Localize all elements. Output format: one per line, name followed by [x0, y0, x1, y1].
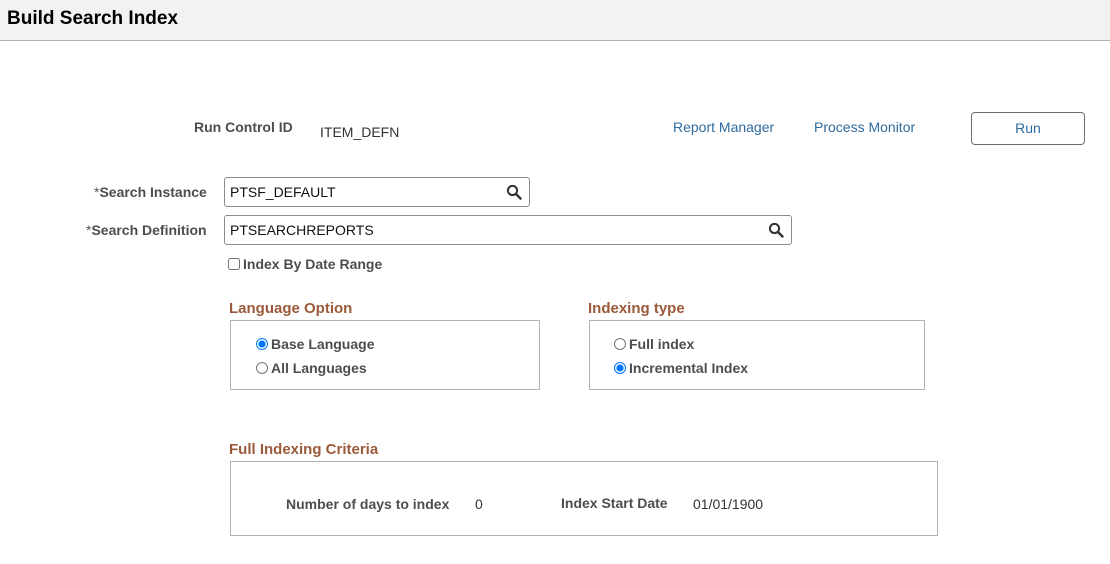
search-definition-label: *Search Definition [86, 222, 207, 238]
days-to-index-value: 0 [475, 496, 483, 512]
search-definition-label-text: Search Definition [91, 222, 207, 238]
radio-full-index[interactable]: Full index [614, 336, 694, 352]
full-index-label: Full index [629, 336, 695, 352]
base-language-radio[interactable] [256, 338, 268, 350]
report-manager-link[interactable]: Report Manager [673, 119, 774, 135]
days-to-index-label: Number of days to index [286, 496, 450, 512]
page-title: Build Search Index [7, 8, 179, 29]
search-icon[interactable] [768, 222, 784, 238]
index-by-date-range-label: Index By Date Range [243, 256, 383, 272]
run-button[interactable]: Run [971, 112, 1085, 145]
incremental-index-label: Incremental Index [629, 360, 749, 376]
run-control-id-value: ITEM_DEFN [320, 124, 400, 140]
all-languages-label: All Languages [271, 360, 367, 376]
search-icon[interactable] [506, 184, 522, 200]
index-start-date-label: Index Start Date [561, 495, 668, 511]
search-definition-input[interactable] [230, 220, 760, 240]
language-option-group [230, 320, 540, 390]
language-option-title: Language Option [229, 300, 353, 317]
all-languages-radio[interactable] [256, 362, 268, 374]
process-monitor-link[interactable]: Process Monitor [814, 119, 915, 135]
index-by-date-range-checkbox[interactable] [228, 258, 240, 270]
search-instance-label: *Search Instance [94, 184, 207, 200]
page-header: Build Search Index [0, 0, 1110, 41]
incremental-index-radio[interactable] [614, 362, 626, 374]
full-index-radio[interactable] [614, 338, 626, 350]
radio-all-languages[interactable]: All Languages [256, 360, 367, 376]
full-indexing-criteria-title: Full Indexing Criteria [229, 441, 379, 458]
indexing-type-group [589, 320, 925, 390]
index-by-date-range[interactable]: Index By Date Range [228, 256, 382, 272]
search-instance-input[interactable] [230, 182, 500, 202]
radio-base-language[interactable]: Base Language [256, 336, 374, 352]
search-instance-field [224, 177, 530, 207]
search-instance-label-text: Search Instance [99, 184, 207, 200]
search-definition-field [224, 215, 792, 245]
radio-incremental-index[interactable]: Incremental Index [614, 360, 748, 376]
index-start-date-value: 01/01/1900 [693, 496, 764, 512]
base-language-label: Base Language [271, 336, 375, 352]
indexing-type-title: Indexing type [588, 300, 685, 317]
run-control-id-label: Run Control ID [194, 119, 293, 135]
